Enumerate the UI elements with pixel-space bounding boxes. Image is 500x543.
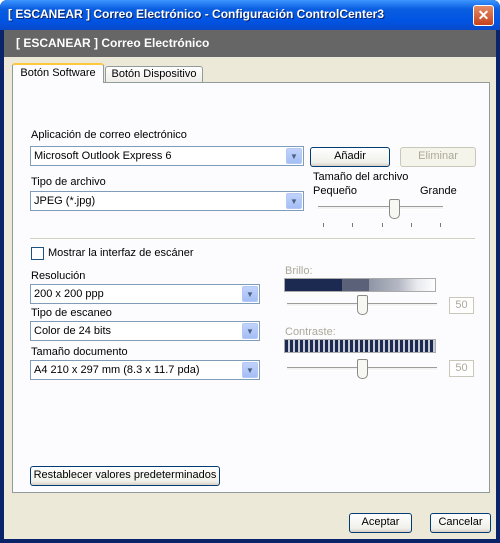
file-type-label: Tipo de archivo — [31, 176, 106, 188]
tick-mark — [440, 223, 441, 227]
file-size-min-label: Pequeño — [313, 185, 358, 197]
resolution-select[interactable]: 200 x 200 ppp ▼ — [30, 284, 260, 304]
window-title: [ ESCANEAR ] Correo Electrónico - Config… — [8, 7, 385, 21]
email-app-value: Microsoft Outlook Express 6 — [34, 150, 172, 162]
doc-size-select[interactable]: A4 210 x 297 mm (8.3 x 11.7 pda) ▼ — [30, 360, 260, 380]
reset-defaults-button[interactable]: Restablecer valores predeterminados — [30, 466, 220, 486]
scan-type-label: Tipo de escaneo — [31, 307, 112, 319]
file-size-slider-track[interactable] — [318, 206, 443, 210]
tick-mark — [352, 223, 353, 227]
resolution-value: 200 x 200 ppp — [34, 288, 104, 300]
email-app-select[interactable]: Microsoft Outlook Express 6 ▼ — [30, 146, 304, 166]
tick-mark — [382, 223, 383, 227]
accept-button[interactable]: Aceptar — [349, 513, 412, 533]
brightness-label: Brillo: — [285, 265, 313, 277]
separator — [30, 238, 475, 240]
email-app-label: Aplicación de correo electrónico — [31, 129, 187, 141]
contrast-label: Contraste: — [285, 326, 336, 338]
contrast-preview-bar — [284, 339, 436, 353]
doc-size-label: Tamaño documento — [31, 346, 128, 358]
tab-device-button[interactable]: Botón Dispositivo — [105, 66, 203, 83]
close-button[interactable]: ✕ — [473, 5, 494, 26]
tab-software-button[interactable]: Botón Software — [12, 63, 104, 83]
header-banner: [ ESCANEAR ] Correo Electrónico — [4, 30, 496, 57]
add-button[interactable]: Añadir — [310, 147, 390, 167]
scan-type-select[interactable]: Color de 24 bits ▼ — [30, 321, 260, 341]
file-size-label: Tamaño del archivo — [313, 171, 409, 183]
chevron-down-icon[interactable]: ▼ — [242, 286, 258, 302]
brightness-slider-thumb[interactable] — [357, 295, 368, 315]
contrast-value-field[interactable]: 50 — [449, 360, 474, 377]
tab-panel: Aplicación de correo electrónico Microso… — [12, 82, 490, 493]
chevron-down-icon[interactable]: ▼ — [286, 193, 302, 209]
tick-mark — [323, 223, 324, 227]
show-scanner-interface-label: Mostrar la interfaz de escáner — [48, 247, 194, 259]
show-scanner-interface-checkbox[interactable] — [31, 247, 44, 260]
contrast-slider-thumb[interactable] — [357, 359, 368, 379]
resolution-label: Resolución — [31, 270, 86, 282]
chevron-down-icon[interactable]: ▼ — [286, 148, 302, 164]
file-size-max-label: Grande — [420, 185, 457, 197]
chevron-down-icon[interactable]: ▼ — [242, 362, 258, 378]
dialog-client: [ ESCANEAR ] Correo Electrónico Botón So… — [4, 30, 496, 539]
dialog-window: [ ESCANEAR ] Correo Electrónico - Config… — [0, 0, 500, 543]
doc-size-value: A4 210 x 297 mm (8.3 x 11.7 pda) — [34, 364, 200, 376]
banner-title: [ ESCANEAR ] Correo Electrónico — [16, 36, 210, 50]
file-size-slider-thumb[interactable] — [388, 199, 400, 219]
scan-type-value: Color de 24 bits — [34, 325, 112, 337]
brightness-value-field[interactable]: 50 — [449, 297, 474, 314]
cancel-button[interactable]: Cancelar — [430, 513, 491, 533]
file-type-value: JPEG (*.jpg) — [34, 195, 96, 207]
brightness-preview-bar — [284, 278, 436, 292]
title-bar[interactable]: [ ESCANEAR ] Correo Electrónico - Config… — [0, 0, 500, 30]
file-type-select[interactable]: JPEG (*.jpg) ▼ — [30, 191, 304, 211]
chevron-down-icon[interactable]: ▼ — [242, 323, 258, 339]
tick-mark — [411, 223, 412, 227]
remove-button[interactable]: Eliminar — [400, 147, 476, 167]
